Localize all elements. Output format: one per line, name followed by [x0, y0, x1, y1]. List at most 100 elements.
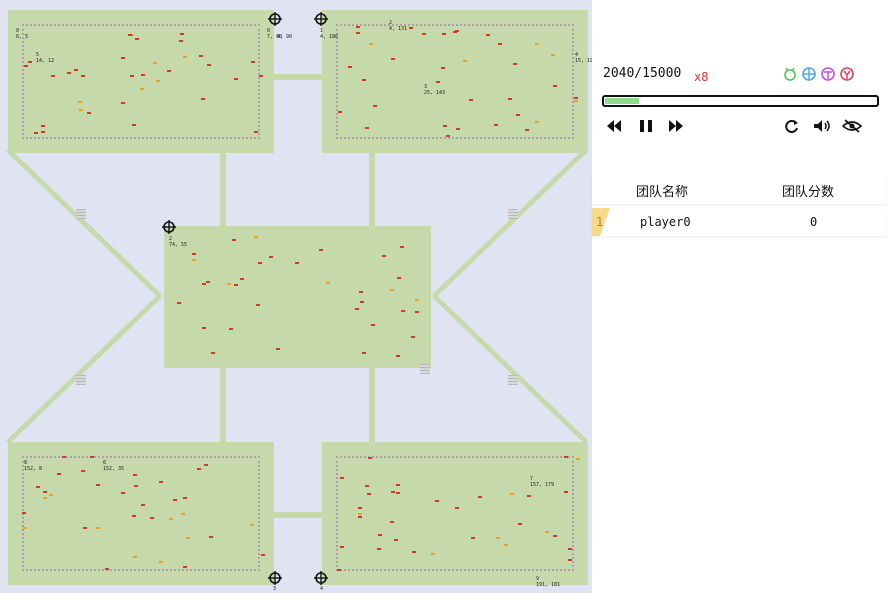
- crate-marker: [367, 493, 372, 496]
- crate-marker: [201, 97, 206, 100]
- progress-fill: [605, 98, 639, 104]
- crate-marker: [373, 105, 378, 108]
- crate-marker: [90, 456, 95, 458]
- crate-marker: [390, 490, 395, 493]
- position-label: 1 4, 186: [320, 28, 339, 40]
- crate-marker: [513, 62, 518, 65]
- crate-marker: [364, 127, 369, 130]
- crate-marker: [234, 78, 239, 81]
- crate-marker: [509, 492, 514, 495]
- crate-marker: [495, 537, 500, 540]
- crate-marker: [376, 547, 381, 550]
- crate-marker: [362, 78, 367, 81]
- pause-icon[interactable]: [636, 118, 656, 134]
- crate-marker: [251, 61, 256, 64]
- crate-marker: [516, 113, 521, 116]
- crate-marker: [62, 456, 67, 459]
- crate-marker: [471, 537, 476, 540]
- position-label: 4: [320, 586, 324, 592]
- crate-marker: [362, 352, 367, 355]
- room-top-left: [8, 10, 274, 153]
- position-label: 4, 90: [277, 34, 293, 40]
- crate-marker: [196, 467, 201, 470]
- crate-marker: [49, 493, 54, 496]
- crate-marker: [395, 491, 400, 494]
- crate-marker: [233, 284, 238, 287]
- crate-marker: [178, 39, 183, 42]
- crate-marker: [158, 480, 163, 483]
- crate-marker: [156, 80, 161, 83]
- crate-marker: [210, 351, 215, 354]
- progress-bar[interactable]: [602, 95, 879, 107]
- tower-icon[interactable]: [314, 12, 328, 26]
- crate-marker: [226, 282, 231, 285]
- crate-marker: [22, 512, 27, 515]
- crate-marker: [207, 64, 212, 67]
- crate-marker: [359, 300, 364, 303]
- crate-marker: [535, 43, 540, 46]
- crate-marker: [177, 301, 182, 304]
- crate-marker: [254, 130, 259, 133]
- tower-icon[interactable]: [162, 220, 176, 234]
- crate-marker: [371, 324, 376, 326]
- crate-marker: [518, 523, 523, 526]
- crate-marker: [182, 566, 187, 569]
- refresh-icon[interactable]: [782, 118, 802, 134]
- tower-icon[interactable]: [314, 571, 328, 585]
- crate-marker: [319, 249, 324, 252]
- crate-marker: [390, 289, 395, 292]
- grid-node: [508, 209, 518, 219]
- crate-marker: [191, 259, 196, 262]
- crate-marker: [249, 524, 254, 527]
- crate-marker: [149, 516, 154, 519]
- crate-marker: [435, 500, 440, 503]
- crate-marker: [185, 537, 190, 540]
- team-icon-purple[interactable]: [820, 66, 836, 82]
- tower-icon[interactable]: [268, 571, 282, 585]
- crate-marker: [477, 495, 482, 498]
- status-panel: 2040/15000 x8: [592, 48, 889, 145]
- crate-marker: [357, 515, 362, 518]
- crate-marker: [340, 546, 344, 549]
- position-label: 2 4, 131: [389, 20, 408, 32]
- crate-marker: [401, 309, 406, 312]
- fast-forward-icon[interactable]: [666, 118, 686, 134]
- scoreboard-row[interactable]: 1 player0 0: [592, 208, 886, 236]
- crate-marker: [203, 463, 208, 466]
- crate-marker: [338, 110, 343, 113]
- game-map[interactable]: 0 6, 5 5 14, 12 0 7, 90 4, 90 1 4, 186 2…: [0, 0, 592, 593]
- crate-marker: [524, 129, 529, 132]
- crate-marker: [276, 348, 281, 351]
- crate-marker: [368, 42, 373, 45]
- crate-marker: [396, 355, 401, 358]
- crate-marker: [498, 43, 503, 46]
- crate-marker: [396, 276, 401, 279]
- team-icon-red[interactable]: [839, 66, 855, 82]
- volume-icon[interactable]: [812, 118, 832, 134]
- crate-marker: [355, 26, 360, 29]
- tower-icon[interactable]: [268, 12, 282, 26]
- team-icon-green[interactable]: [782, 66, 798, 82]
- crate-marker: [96, 483, 101, 486]
- eye-slash-icon[interactable]: [842, 118, 862, 134]
- crate-marker: [325, 281, 330, 284]
- crate-marker: [415, 311, 420, 314]
- crate-marker: [191, 253, 196, 256]
- crate-marker: [494, 124, 499, 126]
- rewind-icon[interactable]: [604, 118, 624, 134]
- crate-marker: [378, 533, 383, 536]
- crate-marker: [422, 32, 427, 35]
- crate-marker: [22, 527, 27, 530]
- tab-bar: [592, 0, 889, 48]
- crate-marker: [258, 75, 263, 78]
- crate-marker: [441, 67, 446, 70]
- crate-marker: [455, 128, 460, 131]
- crate-marker: [40, 125, 45, 128]
- speed-indicator[interactable]: x8: [694, 70, 708, 84]
- team-icon-blue[interactable]: [801, 66, 817, 82]
- crate-marker: [381, 255, 386, 258]
- crate-marker: [255, 304, 260, 307]
- crate-marker: [435, 81, 440, 84]
- crate-marker: [179, 32, 184, 35]
- crate-marker: [105, 568, 110, 571]
